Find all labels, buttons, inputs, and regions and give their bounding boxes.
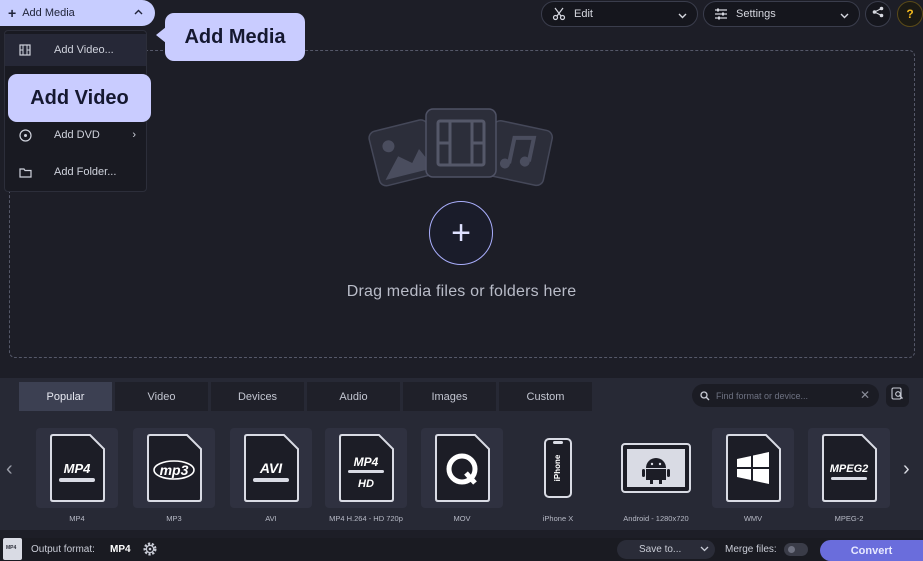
svg-text:AVI: AVI <box>259 460 283 476</box>
share-icon <box>872 5 884 23</box>
clear-search-icon[interactable]: ✕ <box>860 388 870 402</box>
add-media-label: Add Media <box>22 7 75 19</box>
plus-icon: + <box>8 5 17 21</box>
menu-item-label: Add Folder... <box>54 166 117 178</box>
save-to-label: Save to... <box>639 544 682 555</box>
convert-button[interactable]: Convert <box>820 540 923 561</box>
format-mp4[interactable]: MP4 MP4 <box>31 428 123 528</box>
format-caption: WMV <box>743 514 763 523</box>
format-caption: MOV <box>453 514 471 523</box>
svg-text:iPhone: iPhone <box>553 454 562 481</box>
mp4-file-icon: MP4 <box>50 434 105 502</box>
format-avi[interactable]: AVI AVI <box>225 428 317 528</box>
device-search-icon <box>891 386 904 405</box>
format-mpeg2[interactable]: MPEG2 MPEG-2 <box>803 428 895 528</box>
save-to-dropdown[interactable]: Save to... <box>617 540 715 559</box>
menu-item-label: Add DVD <box>54 129 100 141</box>
quicktime-icon <box>435 434 490 502</box>
chevron-down-icon <box>840 10 849 22</box>
share-button[interactable] <box>865 1 891 27</box>
plus-icon: + <box>451 214 471 252</box>
sliders-icon <box>714 8 728 20</box>
format-caption: Android - 1280x720 <box>623 514 689 523</box>
video-icon <box>15 44 35 56</box>
mp4-hd-file-icon: MP4 HD <box>339 434 394 502</box>
formats-panel: Popular Video Devices Audio Images Custo… <box>0 378 923 530</box>
scissors-icon <box>552 7 566 21</box>
output-format-value: MP4 <box>110 544 131 555</box>
add-video-callout: Add Video <box>8 74 151 122</box>
format-mp3[interactable]: mp3 MP3 <box>128 428 220 528</box>
format-iphone-x[interactable]: iPhone iPhone X <box>512 428 604 528</box>
add-files-button[interactable]: + <box>429 201 493 265</box>
svg-text:mp3: mp3 <box>160 462 189 478</box>
chevron-right-icon[interactable]: › <box>903 458 910 481</box>
status-bar: MP4 Output format: MP4 Save to... Merge … <box>0 538 923 561</box>
mp3-file-icon: mp3 <box>147 434 202 502</box>
iphone-icon: iPhone <box>544 438 572 498</box>
help-icon: ? <box>906 7 914 21</box>
tab-devices[interactable]: Devices <box>211 382 304 411</box>
tab-audio[interactable]: Audio <box>307 382 400 411</box>
edit-label: Edit <box>574 8 593 20</box>
chevron-down-icon <box>678 10 687 22</box>
mpeg2-file-icon: MPEG2 <box>822 434 877 502</box>
format-mp4-h264-hd[interactable]: MP4 HD MP4 H.264 - HD 720p <box>320 428 412 528</box>
add-media-button[interactable]: + Add Media <box>0 0 155 26</box>
svg-text:HD: HD <box>358 478 374 490</box>
gear-icon[interactable] <box>142 541 158 561</box>
format-caption: MP4 <box>69 514 85 523</box>
tab-custom[interactable]: Custom <box>499 382 592 411</box>
format-presets: ‹ MP4 MP4 mp3 MP3 AVI AVI MP4 HD MP4 H.2… <box>0 428 923 528</box>
chevron-up-icon <box>134 7 143 17</box>
tab-images[interactable]: Images <box>403 382 496 411</box>
tab-popular[interactable]: Popular <box>19 382 112 411</box>
format-caption: MP3 <box>166 514 182 523</box>
chevron-right-icon: › <box>132 129 136 141</box>
windows-icon <box>726 434 781 502</box>
avi-file-icon: AVI <box>244 434 299 502</box>
dvd-icon <box>15 128 35 142</box>
search-icon <box>700 390 710 401</box>
media-types-illustration <box>368 108 554 187</box>
help-button[interactable]: ? <box>897 1 923 27</box>
detect-device-button[interactable] <box>886 384 909 407</box>
output-format-icon: MP4 <box>3 538 22 560</box>
svg-text:MPEG2: MPEG2 <box>830 463 869 475</box>
drop-zone-hint: Drag media files or folders here <box>346 283 577 300</box>
output-format-label: Output format: <box>31 544 95 555</box>
format-caption: AVI <box>265 514 277 523</box>
format-wmv[interactable]: WMV <box>707 428 799 528</box>
svg-text:MP4: MP4 <box>64 461 92 476</box>
menu-item-add-video[interactable]: Add Video... <box>5 34 146 66</box>
svg-text:MP4: MP4 <box>354 455 379 469</box>
settings-label: Settings <box>736 8 776 20</box>
menu-item-add-folder[interactable]: Add Folder... <box>5 156 146 188</box>
edit-dropdown[interactable]: Edit <box>541 1 698 27</box>
android-tablet-icon <box>621 443 691 493</box>
format-tabs: Popular Video Devices Audio Images Custo… <box>19 382 595 411</box>
tab-video[interactable]: Video <box>115 382 208 411</box>
format-caption: MPEG-2 <box>834 514 864 523</box>
chevron-left-icon[interactable]: ‹ <box>6 458 13 481</box>
chevron-down-icon <box>700 544 709 556</box>
format-caption: iPhone X <box>542 514 574 523</box>
add-media-callout: Add Media <box>156 13 305 61</box>
format-mov[interactable]: MOV <box>416 428 508 528</box>
top-toolbar: + Add Media Edit Settings ? <box>0 0 923 28</box>
merge-files-toggle[interactable] <box>784 543 808 556</box>
format-search: ✕ <box>692 384 879 407</box>
folder-icon <box>15 167 35 178</box>
format-android-720[interactable]: Android - 1280x720 <box>610 428 702 528</box>
format-caption: MP4 H.264 - HD 720p <box>329 514 403 523</box>
format-search-input[interactable] <box>716 390 856 401</box>
settings-dropdown[interactable]: Settings <box>703 1 860 27</box>
menu-item-label: Add Video... <box>54 44 114 56</box>
merge-files-label: Merge files: <box>725 544 777 555</box>
menu-item-add-dvd[interactable]: Add DVD › <box>5 119 146 151</box>
